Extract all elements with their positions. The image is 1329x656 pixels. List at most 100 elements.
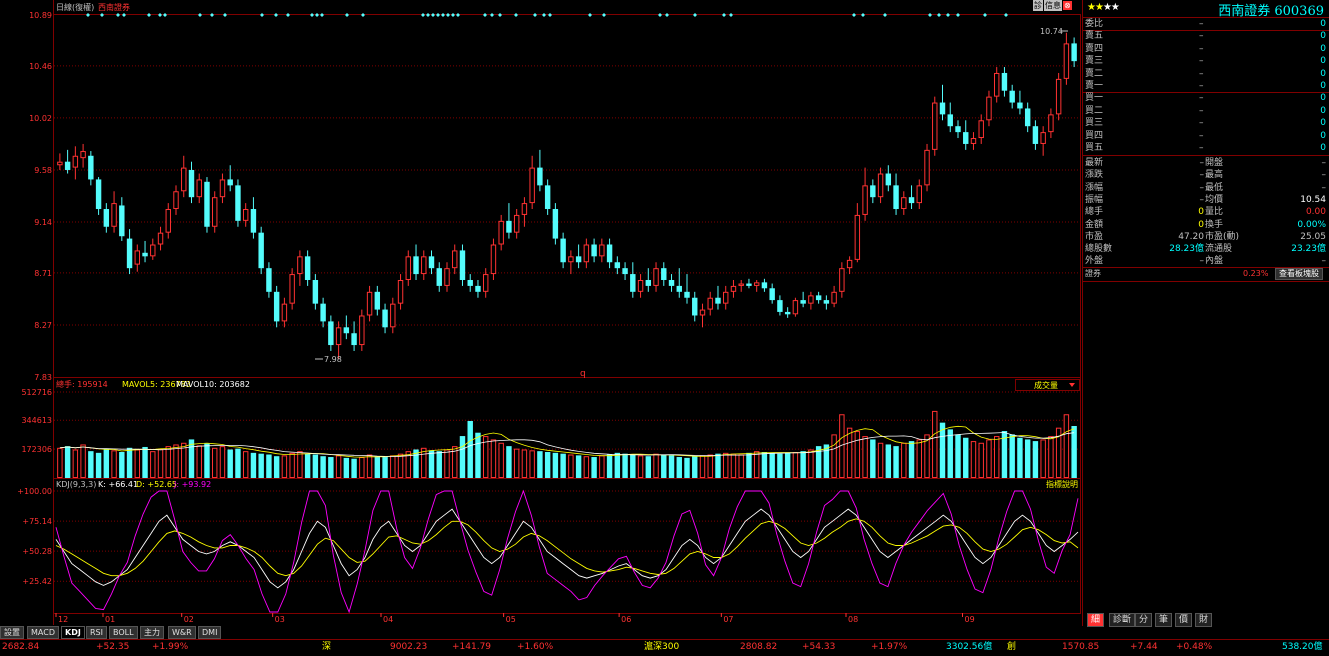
candle-body (126, 238, 133, 269)
quote-tab[interactable]: 細 (1087, 613, 1105, 627)
candle-body (901, 197, 907, 210)
event-marker-icon (883, 13, 887, 17)
tab-boll[interactable]: BOLL (109, 626, 138, 639)
tab-macd[interactable]: MACD (27, 626, 59, 639)
volume-bar (374, 456, 381, 478)
quote-tab[interactable]: 診斷 (1109, 613, 1136, 627)
sz-index-name[interactable]: 深 (322, 640, 331, 655)
price-tick-label: 10.46 (29, 62, 52, 71)
candle-body (870, 185, 876, 198)
candle-body (103, 209, 110, 227)
candle-body (1040, 132, 1046, 144)
order-row: 買二 – 0 (1083, 105, 1329, 117)
volume-bar (575, 455, 582, 478)
stat-value: – (1199, 170, 1205, 181)
stat-value: 0 (1198, 219, 1204, 230)
quote-tab[interactable]: 財 (1195, 613, 1213, 627)
volume-legend-total: 總手: 195914 (56, 379, 108, 389)
quote-tab[interactable]: 筆 (1155, 613, 1173, 627)
candle-body (846, 259, 853, 269)
volume-bar (1032, 441, 1039, 478)
order-label: 買三 (1085, 118, 1104, 129)
candle-body (266, 268, 272, 292)
tab-wr[interactable]: W&R (168, 626, 196, 639)
volume-bar (150, 451, 156, 479)
candle-body (328, 321, 334, 346)
candlestick-series (57, 32, 1077, 360)
volume-bar (173, 444, 179, 478)
sector-row: 證券 0.23% 查看板塊股 (1083, 268, 1329, 280)
volume-bar (490, 439, 497, 479)
volume-dropdown[interactable]: 成交量 (1015, 379, 1080, 391)
volume-bar (986, 439, 992, 479)
volume-bar (970, 441, 977, 478)
candle-body (320, 303, 326, 322)
event-marker-icon (983, 13, 987, 17)
order-price: – (1199, 130, 1204, 141)
event-marker-icon (451, 13, 455, 17)
candle-body (831, 291, 837, 304)
event-marker-icon (483, 13, 487, 17)
event-marker-icon (426, 13, 430, 17)
quote-tab[interactable]: 價 (1175, 613, 1193, 627)
event-marker-icon (533, 13, 537, 17)
cy-index-change: +7.44 (1130, 642, 1158, 652)
view-sector-button[interactable]: 查看板塊股 (1275, 268, 1323, 280)
volume-bar (668, 455, 675, 478)
candle-body (599, 244, 605, 257)
order-price: – (1199, 105, 1204, 116)
volume-bar (746, 452, 752, 478)
candle-body (405, 256, 411, 280)
price-tick-label: 10.89 (29, 11, 52, 20)
volume-bar (436, 451, 442, 478)
volume-bar (676, 457, 682, 478)
order-volume: 0 (1320, 31, 1326, 42)
volume-bar (862, 436, 868, 479)
candle-body (939, 102, 946, 115)
hs300-name[interactable]: 滬深300 (644, 640, 679, 655)
kdj-legend-j: J: +93.92 (173, 480, 211, 489)
volume-tick-label: 172306 (21, 445, 52, 454)
tab-rsi[interactable]: RSI (86, 626, 107, 639)
quote-tab[interactable]: 分 (1135, 613, 1153, 627)
cy-index-name[interactable]: 創 (1007, 640, 1016, 655)
tab-kdj[interactable]: KDJ (61, 626, 85, 639)
event-marker-icon (361, 13, 365, 17)
kdj-tick-label: +100.00 (17, 487, 52, 496)
kdj-explain-button[interactable]: 指標說明 (1046, 479, 1078, 489)
candle-body (88, 155, 94, 180)
order-volume: 0 (1320, 19, 1326, 29)
candle-body (397, 279, 404, 304)
stat-label: 流通股 (1205, 244, 1233, 255)
volume-bar (707, 454, 713, 478)
chart-svg[interactable]: 10.89 10.46 10.02 9.58 9.14 8.71 8.27 7.83 51271… (0, 0, 1082, 626)
order-label: 買四 (1085, 130, 1104, 141)
tab-settings[interactable]: 設置 (0, 626, 24, 639)
candle-body (304, 256, 311, 280)
volume-bar (784, 452, 791, 478)
info-button[interactable]: 信息 (1044, 0, 1062, 11)
order-volume: 0 (1320, 105, 1326, 116)
volume-bar (769, 452, 775, 478)
tab-main-force[interactable]: 主力 (140, 626, 164, 639)
tab-dmi[interactable]: DMI (198, 626, 222, 639)
stat-value: – (1199, 182, 1205, 193)
close-icon[interactable]: ⊗ (1063, 1, 1072, 10)
event-marker-icon (260, 13, 264, 17)
candle-body (165, 209, 171, 233)
diagnose-button[interactable]: 診 (1033, 0, 1043, 11)
stat-value: 10.54 (1300, 194, 1326, 205)
stat-value: – (1321, 158, 1327, 168)
volume-bar (165, 446, 171, 478)
low-price-label: 7.98 (324, 355, 342, 364)
stat-label: 振幅 (1085, 194, 1104, 205)
stat-value: 23.23億 (1291, 244, 1326, 255)
event-marker-icon (274, 13, 278, 17)
volume-bar (993, 436, 1000, 479)
stat-label: 市盈 (1085, 231, 1104, 242)
kdj-tick-label: +50.28 (22, 547, 52, 556)
event-marker-icon (116, 13, 120, 17)
market-amount: 3302.56億 (946, 642, 993, 652)
chart-area[interactable]: 10.89 10.46 10.02 9.58 9.14 8.71 8.27 7.83 51271… (0, 0, 1082, 626)
volume-bar (289, 452, 295, 479)
